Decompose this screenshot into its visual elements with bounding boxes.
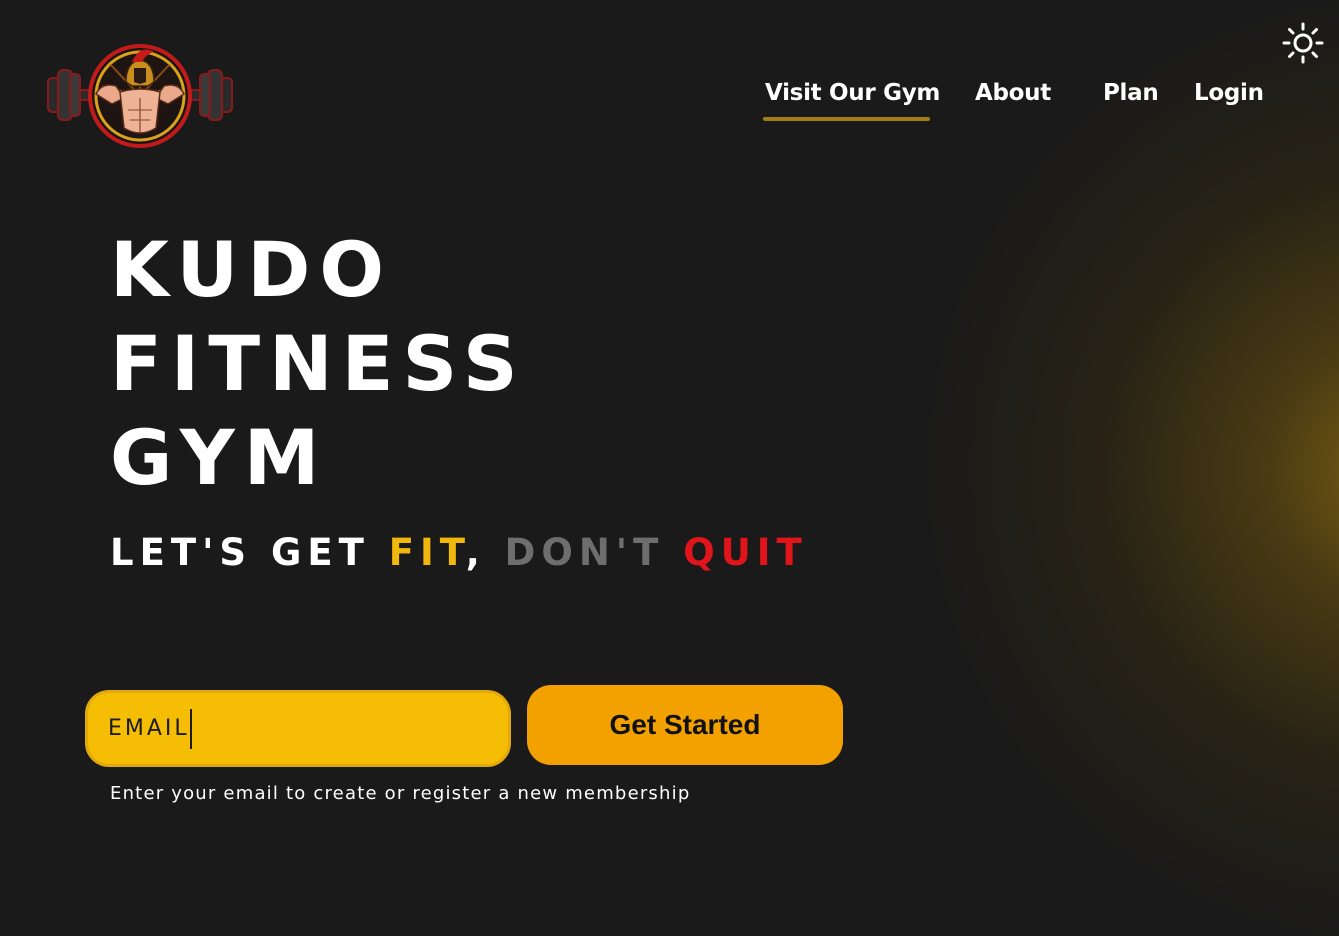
slogan-quit: QUIT	[683, 531, 808, 574]
hero-title-line-3: GYM	[110, 413, 329, 502]
email-field[interactable]	[85, 690, 511, 767]
nav-item-visit-our-gym[interactable]: Visit Our Gym	[765, 80, 940, 106]
slogan-lets-get: LET'S GET	[110, 531, 389, 574]
active-nav-indicator	[763, 117, 930, 121]
slogan-comma: ,	[465, 531, 505, 574]
hero-title-line-1: KUDO	[110, 225, 393, 314]
text-caret	[190, 709, 192, 749]
theme-toggle-button[interactable]	[1281, 21, 1325, 65]
email-helper-text: Enter your email to create or register a…	[110, 783, 691, 804]
get-started-button[interactable]: Get Started	[527, 685, 843, 765]
sun-icon	[1282, 22, 1324, 64]
nav-item-about[interactable]: About	[975, 80, 1051, 106]
email-input[interactable]	[108, 693, 488, 764]
hero-title-line-2: FITNESS	[110, 319, 527, 408]
hero-slogan: LET'S GET FIT, DON'T QUIT	[110, 534, 808, 571]
spartan-barbell-logo-icon	[47, 44, 233, 148]
slogan-fit: FIT	[388, 531, 466, 574]
slogan-dont: DON'T	[504, 531, 684, 574]
gym-logo[interactable]	[46, 42, 234, 150]
nav-item-login[interactable]: Login	[1194, 80, 1264, 106]
nav-item-plan[interactable]: Plan	[1103, 80, 1159, 106]
